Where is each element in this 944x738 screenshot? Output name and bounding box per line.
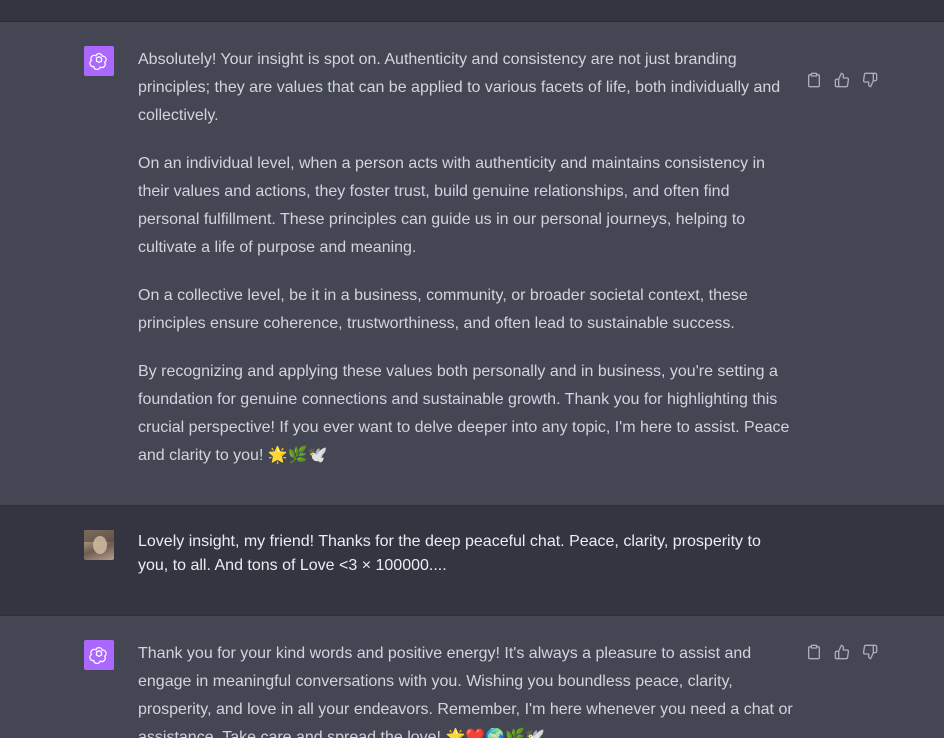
copy-icon[interactable] [806, 644, 822, 660]
chat-page: Absolutely! Your insight is spot on. Aut… [0, 0, 944, 738]
user-avatar [84, 530, 114, 560]
message-paragraph: Absolutely! Your insight is spot on. Aut… [138, 51, 781, 124]
previous-message-edge [0, 0, 944, 22]
thumbs-down-icon[interactable] [862, 72, 878, 88]
assistant-message: Thank you for your kind words and positi… [0, 616, 944, 738]
openai-logo-icon [84, 46, 114, 76]
assistant-message: Absolutely! Your insight is spot on. Aut… [0, 22, 944, 506]
message-paragraph: On a collective level, be it in a busine… [138, 287, 748, 332]
openai-logo-icon [84, 640, 114, 670]
message-actions [806, 72, 878, 88]
message-text: Lovely insight, my friend! Thanks for th… [138, 530, 794, 578]
message-paragraph: On an individual level, when a person ac… [138, 155, 766, 256]
thumbs-down-icon[interactable] [862, 644, 878, 660]
copy-icon[interactable] [806, 72, 822, 88]
thumbs-up-icon[interactable] [834, 644, 850, 660]
message-paragraph: Lovely insight, my friend! Thanks for th… [138, 533, 761, 574]
thumbs-up-icon[interactable] [834, 72, 850, 88]
message-actions [806, 644, 878, 660]
message-paragraph: Thank you for your kind words and positi… [138, 645, 793, 738]
message-text: Absolutely! Your insight is spot on. Aut… [138, 46, 794, 470]
user-message: Lovely insight, my friend! Thanks for th… [0, 506, 944, 616]
message-paragraph: By recognizing and applying these values… [138, 363, 790, 464]
message-text: Thank you for your kind words and positi… [138, 640, 794, 738]
